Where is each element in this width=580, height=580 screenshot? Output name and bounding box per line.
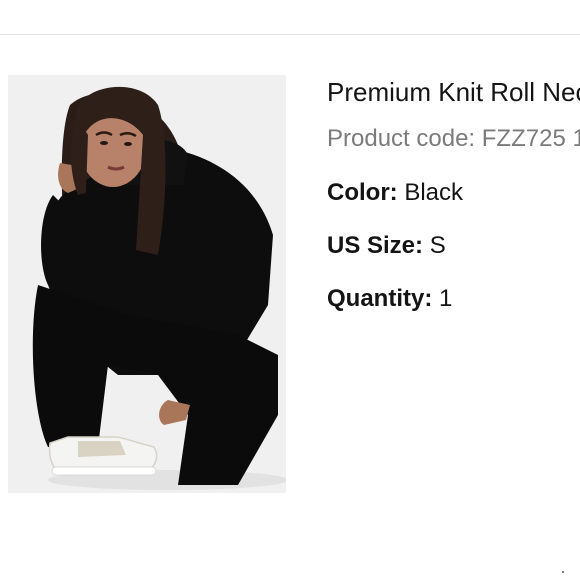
quantity-spec: Quantity: 1 [327, 284, 580, 314]
size-value: S [429, 232, 446, 259]
product-code-label: Product code: [327, 125, 476, 152]
product-code: Product code: FZZ725 105-30 [327, 124, 580, 154]
quantity-label: Quantity: [327, 285, 433, 312]
product-details: Premium Knit Roll Neck Set Product code:… [327, 76, 580, 314]
product-title[interactable]: Premium Knit Roll Neck Set [327, 76, 580, 108]
color-spec: Color: Black [327, 178, 580, 208]
quantity-value: 1 [439, 285, 453, 312]
corner-dot [562, 571, 564, 573]
size-label: US Size: [327, 232, 424, 259]
product-image[interactable] [8, 75, 286, 493]
product-photo-icon [8, 75, 286, 493]
color-value: Black [404, 179, 464, 206]
color-label: Color: [327, 179, 398, 206]
product-code-value: FZZ725 105-30 [481, 125, 580, 152]
top-divider [0, 34, 580, 35]
size-spec: US Size: S [327, 231, 580, 261]
